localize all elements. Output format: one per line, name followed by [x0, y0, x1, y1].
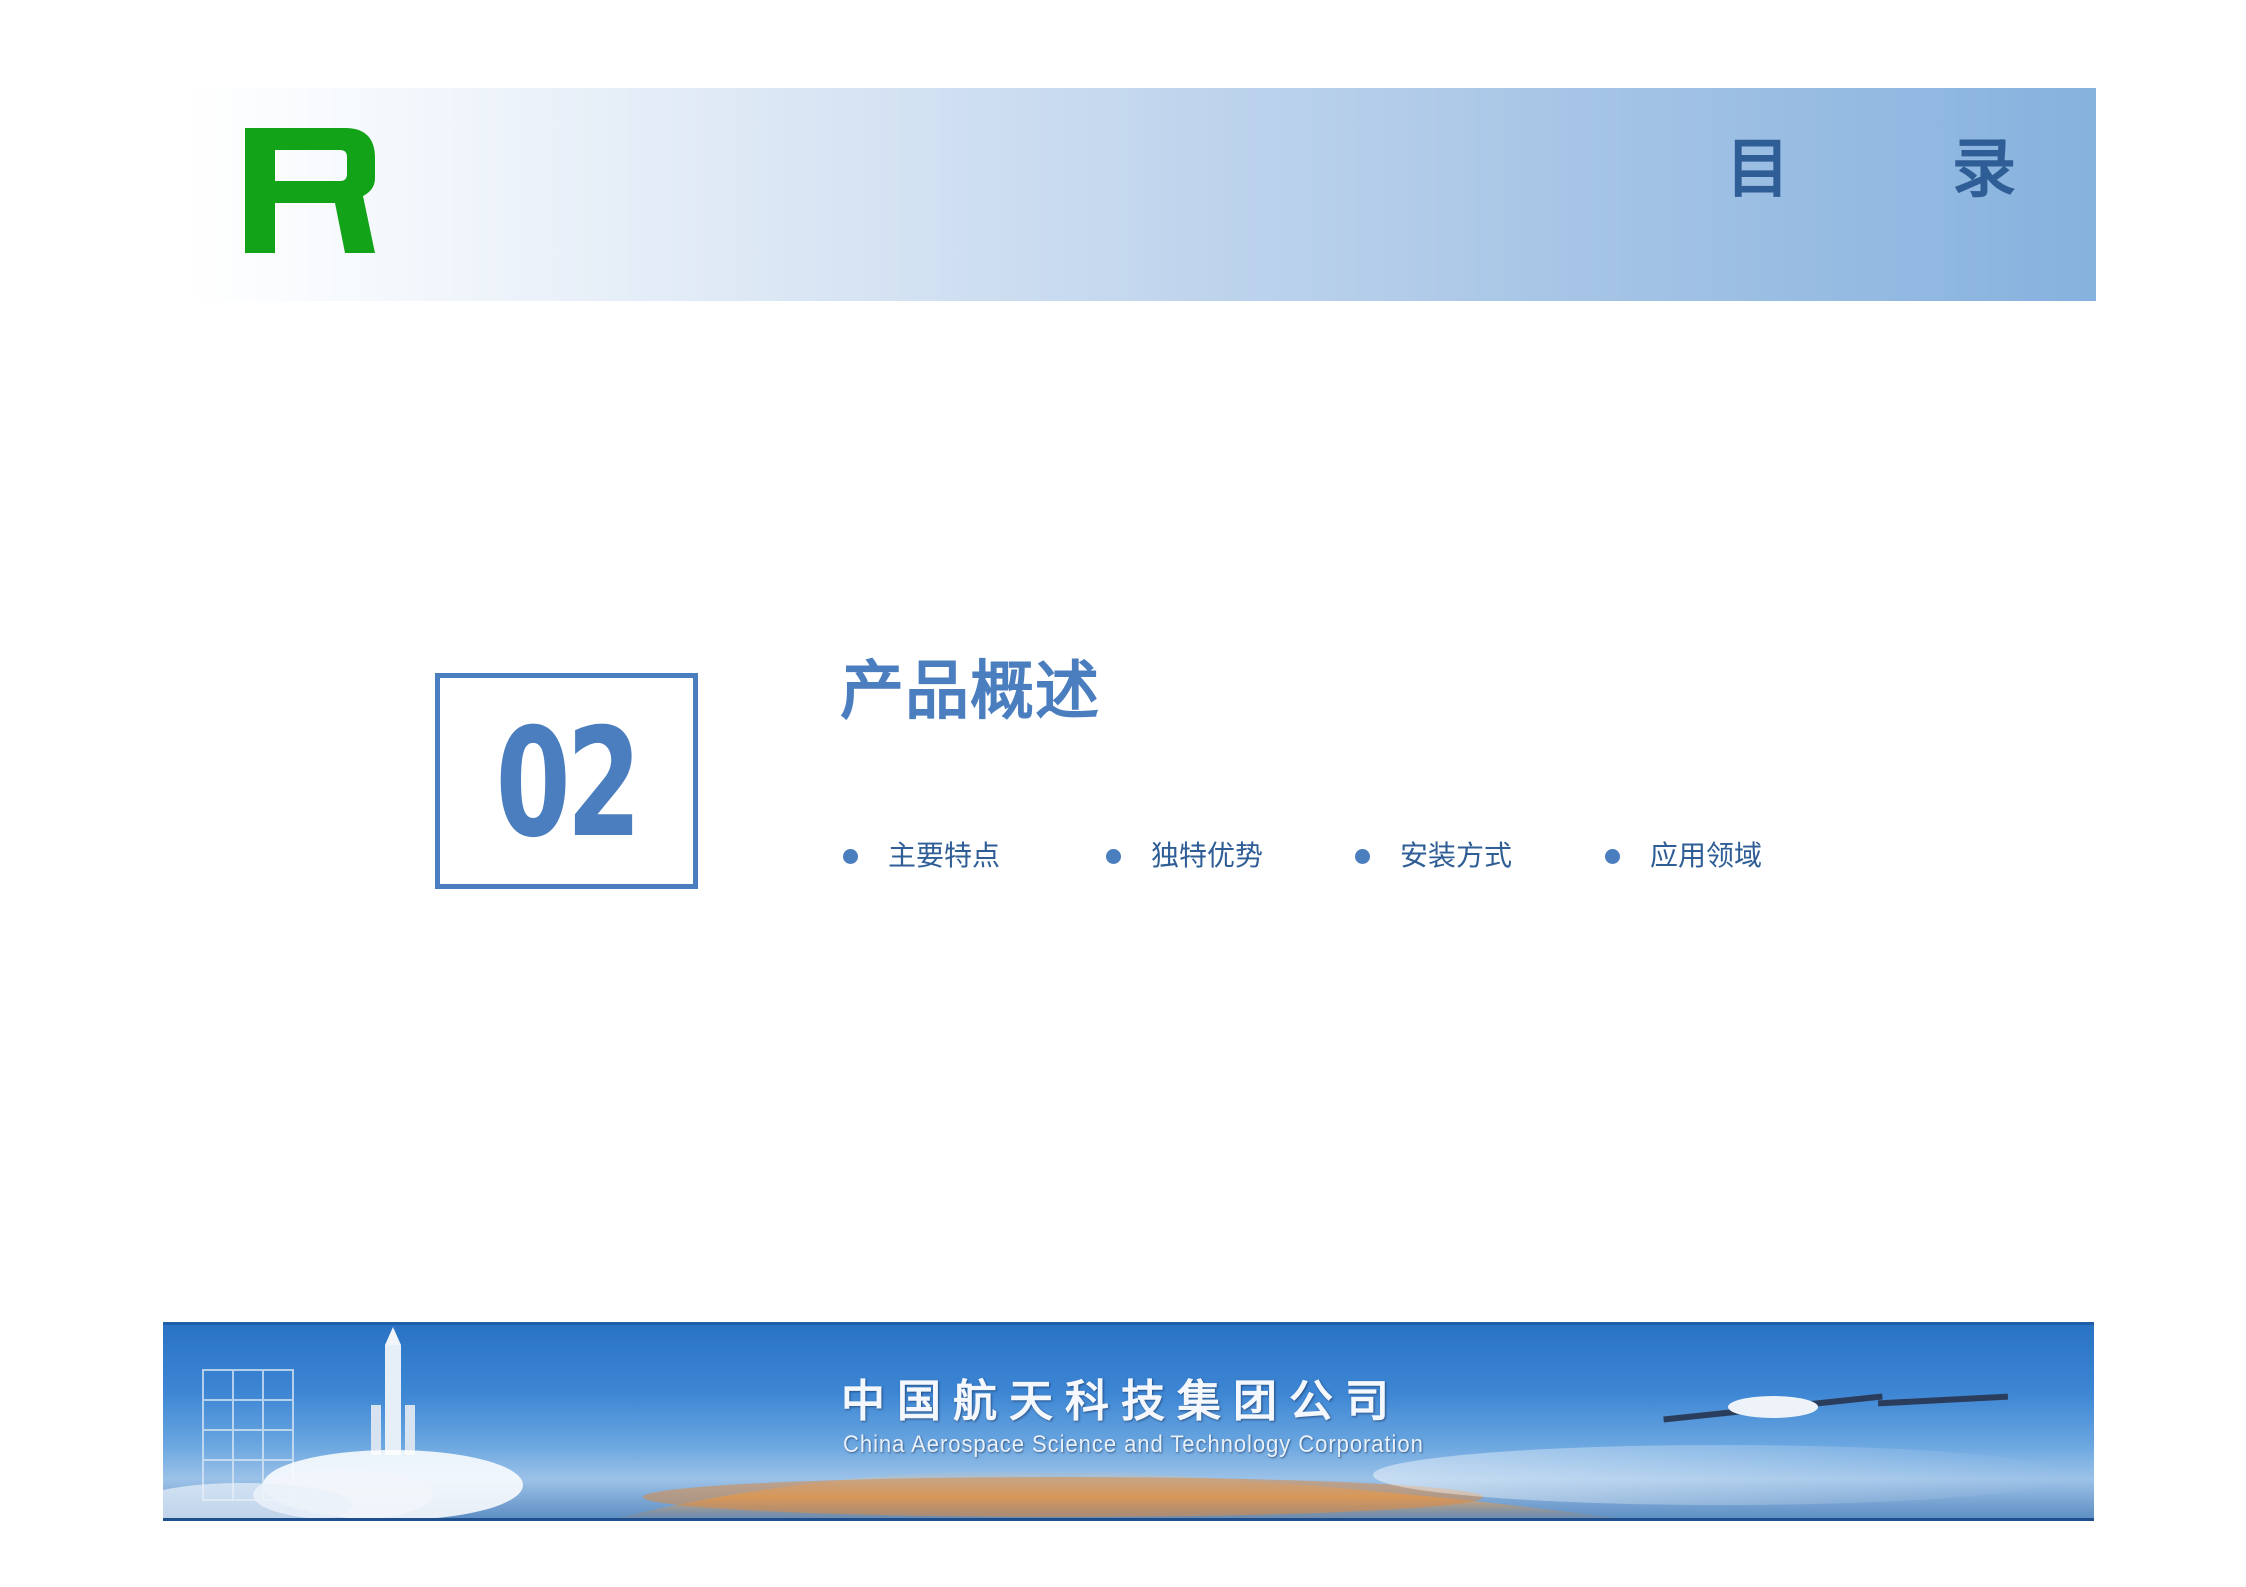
company-logo: R: [245, 128, 375, 253]
bullet-item: 独特优势: [1106, 836, 1263, 876]
footer-company-name-cn: 中国航天科技集团公司: [841, 1376, 1401, 1427]
bullet-item: 主要特点: [843, 836, 1000, 876]
bullet-dot-icon: [1605, 848, 1620, 864]
footer-company-name-en: China Aerospace Science and Technology C…: [843, 1431, 1424, 1458]
bullet-dot-icon: [1355, 848, 1370, 864]
bullet-item: 应用领域: [1605, 836, 1762, 876]
slide-page: R 目 录 02 产品概述 主要特点 独特优势 安装方式 应用领域: [0, 0, 2246, 1587]
section-number: 02: [495, 697, 642, 871]
section-number-box: 02: [435, 673, 698, 889]
rocket-icon: [371, 1327, 415, 1455]
bullet-dot-icon: [843, 848, 858, 864]
satellite-icon: [1663, 1393, 2009, 1423]
footer-banner: 中国航天科技集团公司 China Aerospace Science and T…: [163, 1322, 2094, 1521]
bullet-dot-icon: [1106, 848, 1121, 864]
bullet-label: 主要特点: [888, 839, 1001, 872]
bullet-item: 安装方式: [1355, 836, 1512, 876]
bullet-label: 应用领域: [1650, 839, 1763, 872]
toc-title: 目 录: [1725, 133, 2086, 207]
section-bullet-list: 主要特点 独特优势 安装方式 应用领域: [843, 836, 1843, 876]
header-band: R 目 录: [185, 88, 2096, 301]
bullet-label: 独特优势: [1151, 839, 1264, 872]
section-title: 产品概述: [840, 655, 1100, 729]
bullet-label: 安装方式: [1400, 839, 1513, 872]
